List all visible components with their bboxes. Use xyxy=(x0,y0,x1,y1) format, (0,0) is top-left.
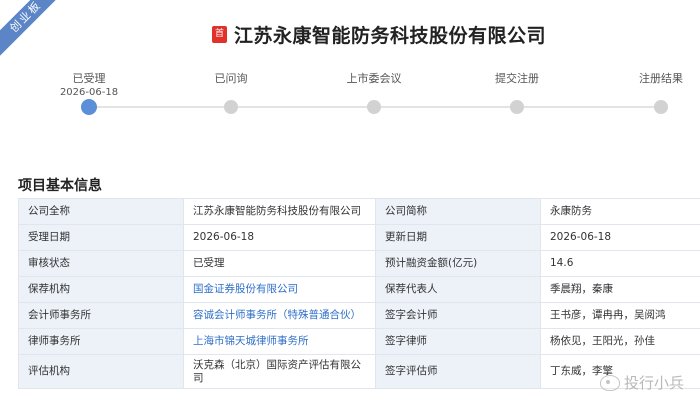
law-firm-link[interactable]: 上海市锦天城律师事务所 xyxy=(193,335,309,347)
step-dot xyxy=(654,100,668,114)
table-row: 审核状态 已受理 预计融资金额(亿元) 14.6 xyxy=(18,250,700,277)
step-label: 上市委会议 xyxy=(346,72,402,85)
field-label: 预计融资金额(亿元) xyxy=(375,250,541,277)
step-registration-result: 注册结果 xyxy=(601,72,700,114)
field-label: 审核状态 xyxy=(18,250,184,277)
field-label: 受理日期 xyxy=(18,224,184,251)
field-label: 更新日期 xyxy=(375,224,541,251)
step-date xyxy=(171,86,291,100)
step-date xyxy=(457,86,577,100)
step-dot-active xyxy=(81,99,97,115)
field-value: 杨依见，王阳光，孙佳 xyxy=(540,328,700,355)
step-date xyxy=(314,86,434,100)
step-date xyxy=(601,86,700,100)
step-submit-registration: 提交注册 xyxy=(457,72,577,114)
company-title: 江苏永康智能防务科技股份有限公司 xyxy=(233,24,546,47)
field-value: 江苏永康智能防务科技股份有限公司 xyxy=(183,198,376,225)
first-issue-badge: 首 xyxy=(211,25,227,43)
field-value: 14.6 xyxy=(540,250,700,277)
table-row: 保荐机构 国金证券股份有限公司 保荐代表人 季晨翔，秦康 xyxy=(18,276,700,303)
field-value-cell: 上海市锦天城律师事务所 xyxy=(183,328,376,355)
table-row: 公司全称 江苏永康智能防务科技股份有限公司 公司简称 永康防务 xyxy=(18,198,700,225)
table-row: 受理日期 2026-06-18 更新日期 2026-06-18 xyxy=(18,224,700,251)
field-value: 2026-06-18 xyxy=(540,224,700,251)
field-value: 沃克森（北京）国际资产评估有限公司 xyxy=(183,354,376,389)
field-label: 保荐代表人 xyxy=(375,276,541,303)
step-label: 注册结果 xyxy=(639,72,683,85)
step-inquired: 已问询 xyxy=(171,72,291,114)
step-date: 2026-06-18 xyxy=(59,87,119,98)
field-value: 永康防务 xyxy=(540,198,700,225)
step-dot xyxy=(510,100,524,114)
field-value: 2026-06-18 xyxy=(183,224,376,251)
page-header: 首 江苏永康智能防务科技股份有限公司 xyxy=(0,22,700,47)
sponsor-link[interactable]: 国金证券股份有限公司 xyxy=(193,283,298,295)
field-value: 王书彦，谭冉冉，吴阅鸿 xyxy=(540,302,700,329)
step-label: 已问询 xyxy=(214,72,248,85)
table-row: 律师事务所 上海市锦天城律师事务所 签字律师 杨依见，王阳光，孙佳 xyxy=(18,328,700,355)
field-value: 季晨翔，秦康 xyxy=(540,276,700,303)
watermark: 投行小兵 xyxy=(600,372,684,393)
field-label: 签字评估师 xyxy=(375,354,541,389)
weibo-icon xyxy=(600,374,620,391)
review-progress: 已受理 2026-06-18 已问询 上市委会议 提交注册 注册结果 xyxy=(0,72,700,122)
field-value: 已受理 xyxy=(183,250,376,277)
table-row: 评估机构 沃克森（北京）国际资产评估有限公司 签字评估师 丁东威，李擎 xyxy=(18,354,700,389)
field-value-cell: 国金证券股份有限公司 xyxy=(183,276,376,303)
field-value-cell: 容诚会计师事务所（特殊普通合伙） xyxy=(183,302,376,329)
step-label: 提交注册 xyxy=(495,72,539,85)
step-dot xyxy=(367,100,381,114)
step-dot xyxy=(224,100,238,114)
field-label: 签字律师 xyxy=(375,328,541,355)
accounting-firm-link[interactable]: 容诚会计师事务所（特殊普通合伙） xyxy=(193,309,361,321)
project-info-table: 公司全称 江苏永康智能防务科技股份有限公司 公司简称 永康防务 受理日期 202… xyxy=(18,198,700,389)
field-label: 公司全称 xyxy=(18,198,184,225)
step-accepted: 已受理 2026-06-18 xyxy=(29,72,149,115)
field-label: 签字会计师 xyxy=(375,302,541,329)
section-title: 项目基本信息 xyxy=(18,178,102,194)
field-label: 会计师事务所 xyxy=(18,302,184,329)
field-label: 公司简称 xyxy=(375,198,541,225)
watermark-text: 投行小兵 xyxy=(624,374,685,392)
step-label: 已受理 xyxy=(72,72,106,85)
table-row: 会计师事务所 容诚会计师事务所（特殊普通合伙） 签字会计师 王书彦，谭冉冉，吴阅… xyxy=(18,302,700,329)
field-label: 评估机构 xyxy=(18,354,184,389)
field-label: 保荐机构 xyxy=(18,276,184,303)
step-listing-committee: 上市委会议 xyxy=(314,72,434,114)
field-label: 律师事务所 xyxy=(18,328,184,355)
